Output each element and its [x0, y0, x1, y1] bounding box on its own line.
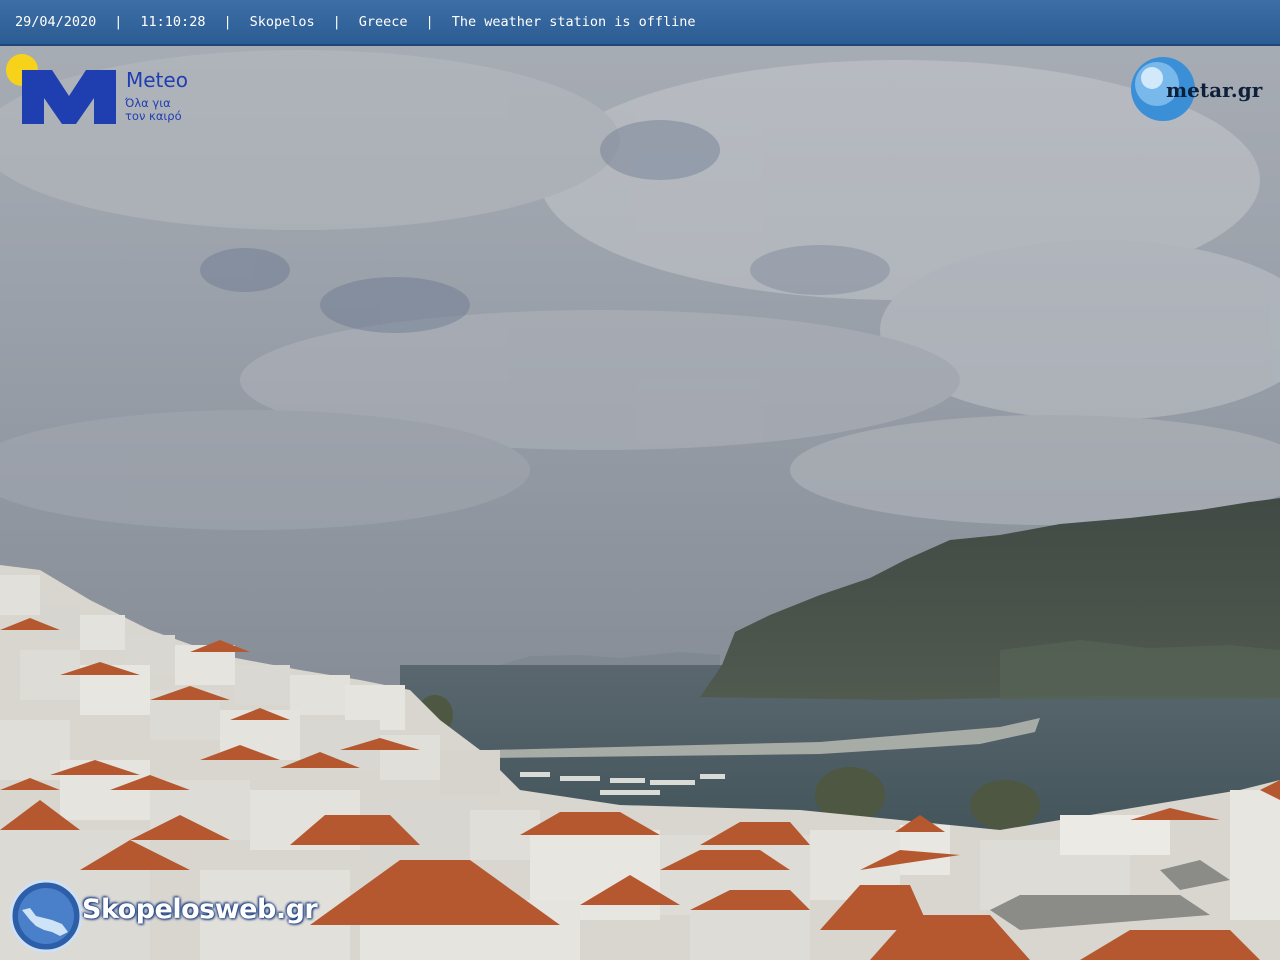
skopelosweb-logo — [9, 879, 83, 953]
meteo-tagline: Όλα για τον καιρό — [125, 96, 182, 123]
metar-wordmark: metar.gr — [1166, 78, 1263, 102]
webcam-scene — [0, 0, 1280, 960]
separator: | — [223, 14, 232, 30]
separator: | — [114, 14, 123, 30]
skopelosweb-wordmark: Skopelosweb.gr — [82, 894, 318, 925]
status-text: The weather station is offline — [451, 14, 696, 30]
date-text: 29/04/2020 — [15, 14, 97, 30]
separator: | — [332, 14, 341, 30]
location-text: Skopelos — [249, 14, 315, 30]
info-bar: 29/04/2020 | 11:10:28 | Skopelos | Greece | The … — [0, 0, 1280, 46]
time-text: 11:10:28 — [140, 14, 206, 30]
m-letter-icon — [22, 70, 116, 124]
country-text: Greece — [358, 14, 408, 30]
separator: | — [425, 14, 434, 30]
meteo-wordmark: Meteo — [126, 68, 188, 92]
